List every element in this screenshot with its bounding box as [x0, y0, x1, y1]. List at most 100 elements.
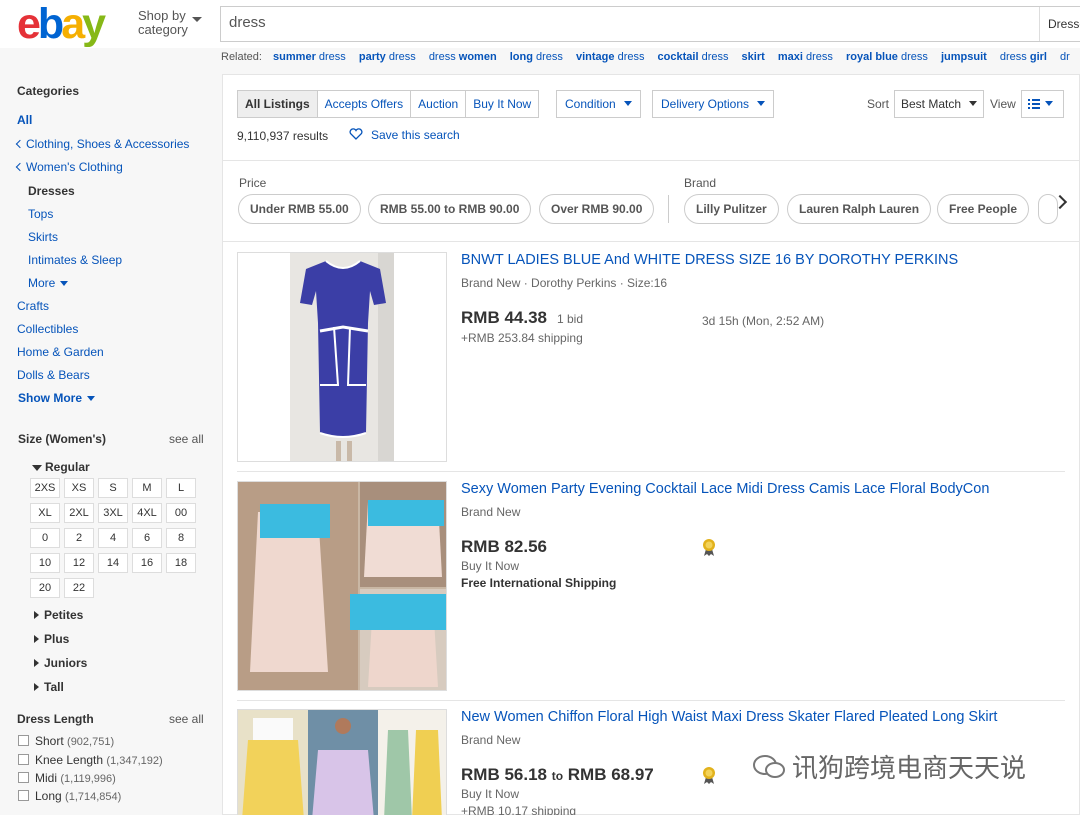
left-sidebar: Categories All Clothing, Shoes & Accesso…	[0, 70, 220, 815]
condition-dropdown[interactable]: Condition	[556, 90, 641, 118]
related-link[interactable]: dress women	[429, 51, 497, 63]
price-pill[interactable]: Over RMB 90.00	[539, 194, 655, 224]
related-link[interactable]: party dress	[359, 51, 416, 63]
length-option-knee[interactable]: Knee Length (1,347,192)	[18, 753, 163, 767]
category-all[interactable]: All	[17, 113, 32, 127]
see-all-link[interactable]: see all	[169, 432, 204, 446]
see-all-link[interactable]: see all	[169, 712, 204, 726]
category-womens[interactable]: Women's Clothing	[15, 160, 123, 174]
length-option-midi[interactable]: Midi (1,119,996)	[18, 771, 116, 785]
related-link[interactable]: summer dress	[273, 51, 346, 63]
size-option[interactable]: 4	[98, 528, 128, 548]
size-option[interactable]: 14	[98, 553, 128, 573]
size-option[interactable]: 2XL	[64, 503, 94, 523]
tall-toggle[interactable]: Tall	[34, 680, 64, 694]
petites-toggle[interactable]: Petites	[34, 608, 83, 622]
listing-subtitle: Brand New	[461, 733, 521, 747]
shop-by-category-button[interactable]: Shop by category	[138, 9, 202, 37]
related-link[interactable]: jumpsuit	[941, 51, 987, 63]
size-option[interactable]: 22	[64, 578, 94, 598]
ebay-logo[interactable]: ebay	[17, 2, 106, 46]
tab-all-listings[interactable]: All Listings	[238, 91, 318, 117]
size-option[interactable]: L	[166, 478, 196, 498]
category-dolls-bears[interactable]: Dolls & Bears	[17, 368, 90, 382]
related-link[interactable]: cocktail dress	[658, 51, 729, 63]
triangle-right-icon	[34, 659, 39, 667]
tab-buy-it-now[interactable]: Buy It Now	[466, 91, 538, 117]
category-intimates[interactable]: Intimates & Sleep	[28, 253, 122, 267]
related-link[interactable]: long dress	[510, 51, 563, 63]
listing-thumbnail[interactable]	[237, 252, 447, 462]
divider	[237, 471, 1065, 472]
listing-subtitle: Brand New	[461, 505, 521, 519]
chevron-down-icon	[757, 101, 766, 106]
size-option[interactable]: 2XS	[30, 478, 60, 498]
size-option[interactable]: 10	[30, 553, 60, 573]
search-category-select[interactable]: Dresses	[1039, 7, 1080, 41]
checkbox[interactable]	[18, 790, 29, 801]
category-tops[interactable]: Tops	[28, 207, 53, 221]
related-link[interactable]: skirt	[742, 51, 765, 63]
save-search-link[interactable]: Save this search	[349, 128, 460, 142]
size-option[interactable]: 18	[166, 553, 196, 573]
brand-pill[interactable]: Lilly Pulitzer	[684, 194, 779, 224]
juniors-toggle[interactable]: Juniors	[34, 656, 87, 670]
checkbox[interactable]	[18, 754, 29, 765]
listing-shipping: Free International Shipping	[461, 576, 617, 590]
brand-pill[interactable]: Free People	[937, 194, 1030, 224]
listing-title[interactable]: Sexy Women Party Evening Cocktail Lace M…	[461, 481, 989, 497]
checkbox[interactable]	[18, 735, 29, 746]
listing-type-tabs: All Listings Accepts Offers Auction Buy …	[237, 90, 540, 118]
size-option[interactable]: 2	[64, 528, 94, 548]
length-option-short[interactable]: Short (902,751)	[18, 734, 114, 748]
sort-dropdown[interactable]: Best Match	[894, 90, 985, 118]
tab-auction[interactable]: Auction	[411, 91, 467, 117]
size-option[interactable]: 3XL	[98, 503, 128, 523]
size-option[interactable]: 8	[166, 528, 196, 548]
delivery-options-dropdown[interactable]: Delivery Options	[652, 90, 775, 118]
related-link[interactable]: royal blue dress	[846, 51, 928, 63]
related-link[interactable]: vintage dress	[576, 51, 644, 63]
category-more[interactable]: More	[28, 276, 69, 290]
category-home-garden[interactable]: Home & Garden	[17, 345, 104, 359]
brand-pill[interactable]: Lauren Ralph Lauren	[787, 194, 932, 224]
regular-toggle[interactable]: Regular	[32, 460, 90, 474]
category-clothing[interactable]: Clothing, Shoes & Accessories	[15, 137, 189, 151]
listing-thumbnail[interactable]	[237, 709, 447, 815]
size-option[interactable]: 00	[166, 503, 196, 523]
price-pill[interactable]: Under RMB 55.00	[238, 194, 361, 224]
listing-title[interactable]: BNWT LADIES BLUE And WHITE DRESS SIZE 16…	[461, 252, 958, 268]
size-option[interactable]: 16	[132, 553, 162, 573]
size-option[interactable]: M	[132, 478, 162, 498]
category-crafts[interactable]: Crafts	[17, 299, 49, 313]
checkbox[interactable]	[18, 772, 29, 783]
size-option[interactable]: XL	[30, 503, 60, 523]
dress-length-heading: Dress Length	[17, 712, 94, 726]
triangle-right-icon	[34, 635, 39, 643]
show-more-link[interactable]: Show More	[18, 391, 96, 405]
price-pill[interactable]: RMB 55.00 to RMB 90.00	[368, 194, 532, 224]
size-option[interactable]: 4XL	[132, 503, 162, 523]
related-link[interactable]: dr	[1060, 51, 1070, 63]
length-option-long[interactable]: Long (1,714,854)	[18, 789, 121, 803]
size-option[interactable]: 12	[64, 553, 94, 573]
category-collectibles[interactable]: Collectibles	[17, 322, 78, 336]
view-dropdown[interactable]	[1021, 90, 1064, 118]
size-option[interactable]: XS	[64, 478, 94, 498]
dress-image	[238, 710, 446, 815]
category-skirts[interactable]: Skirts	[28, 230, 58, 244]
search-input[interactable]	[229, 14, 1029, 31]
brand-filter-label: Brand	[684, 176, 717, 190]
listing-price: RMB 44.38 1 bid	[461, 308, 584, 327]
chevron-down-icon	[87, 396, 96, 401]
related-link[interactable]: dress girl	[1000, 51, 1047, 63]
plus-toggle[interactable]: Plus	[34, 632, 69, 646]
size-option[interactable]: 6	[132, 528, 162, 548]
size-option[interactable]: 0	[30, 528, 60, 548]
related-link[interactable]: maxi dress	[778, 51, 833, 63]
tab-accepts-offers[interactable]: Accepts Offers	[318, 91, 412, 117]
size-option[interactable]: 20	[30, 578, 60, 598]
listing-thumbnail[interactable]	[237, 481, 447, 691]
size-option[interactable]: S	[98, 478, 128, 498]
listing-title[interactable]: New Women Chiffon Floral High Waist Maxi…	[461, 709, 997, 725]
